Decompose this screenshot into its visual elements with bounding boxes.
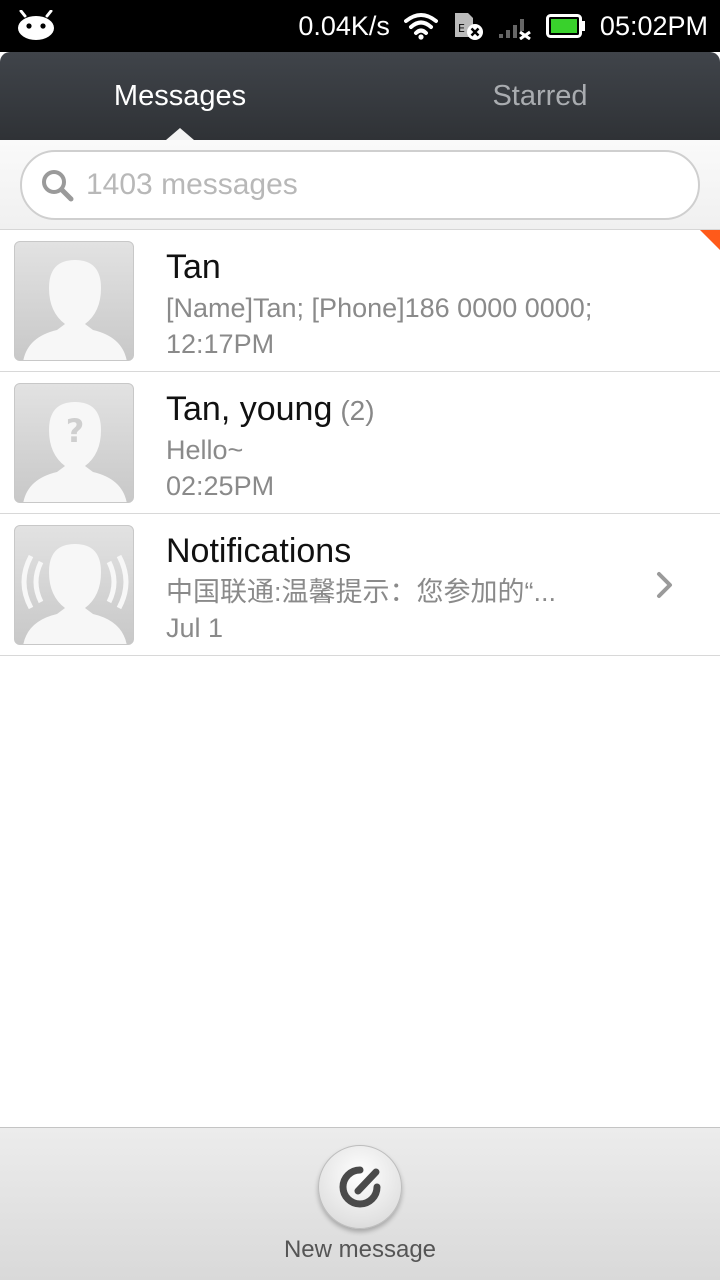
tab-starred[interactable]: Starred [360, 52, 720, 140]
contact-name: Notifications [166, 532, 352, 570]
clock: 05:02PM [599, 10, 708, 41]
bottom-bar: New message [0, 1127, 720, 1280]
sim-error-icon: E [454, 13, 483, 40]
battery-icon [545, 14, 585, 38]
conversation-text: Notifications 中国联通:温馨提示：您参加的“... Jul 1 [166, 530, 660, 646]
message-time: 12:17PM [166, 329, 275, 359]
message-snippet: 中国联通:温馨提示：您参加的“... [166, 577, 556, 607]
compose-icon [339, 1166, 381, 1208]
svg-text:?: ? [66, 412, 85, 450]
conversation-text: Tan, young (2) Hello~ 02:25PM [166, 388, 660, 504]
conversation-row[interactable]: Tan [Name]Tan; [Phone]186 0000 0000; 12:… [0, 230, 720, 372]
conversation-row[interactable]: ? Tan, young (2) Hello~ 02:25PM [0, 372, 720, 514]
unread-marker [700, 230, 720, 250]
search-input[interactable] [84, 167, 644, 203]
search-box[interactable] [20, 150, 700, 220]
message-time: Jul 1 [166, 613, 224, 643]
signal-no-service-icon [498, 19, 531, 40]
search-bar [0, 140, 720, 230]
message-count: (2) [340, 395, 375, 426]
contact-avatar-icon [14, 241, 134, 361]
wifi-icon [403, 13, 438, 40]
chevron-right-icon [657, 572, 672, 598]
message-snippet: Hello~ [166, 435, 244, 465]
message-snippet: [Name]Tan; [Phone]186 0000 0000; [166, 293, 593, 323]
status-bar: 0.04K/s E 05:02PM [0, 0, 720, 52]
active-tab-indicator [166, 128, 194, 140]
unknown-contact-avatar-icon: ? [14, 383, 134, 503]
contact-name: Tan, young [166, 390, 333, 428]
message-time: 02:25PM [166, 471, 275, 501]
new-message-label: New message [283, 1236, 437, 1263]
svg-text:E: E [458, 22, 465, 35]
conversation-text: Tan [Name]Tan; [Phone]186 0000 0000; 12:… [166, 246, 660, 362]
search-icon [42, 170, 74, 202]
tab-bar: Messages Starred [0, 52, 720, 140]
network-speed: 0.04K/s [298, 10, 390, 41]
contact-name: Tan [166, 248, 221, 286]
tab-messages-label: Messages [113, 79, 247, 112]
conversation-list: Tan [Name]Tan; [Phone]186 0000 0000; 12:… [0, 230, 720, 656]
tab-messages[interactable]: Messages [0, 52, 360, 140]
android-icon [18, 10, 54, 40]
tab-starred-label: Starred [492, 79, 588, 112]
new-message-button[interactable] [318, 1145, 402, 1229]
notifications-avatar-icon [14, 525, 134, 645]
conversation-row[interactable]: Notifications 中国联通:温馨提示：您参加的“... Jul 1 [0, 514, 720, 656]
